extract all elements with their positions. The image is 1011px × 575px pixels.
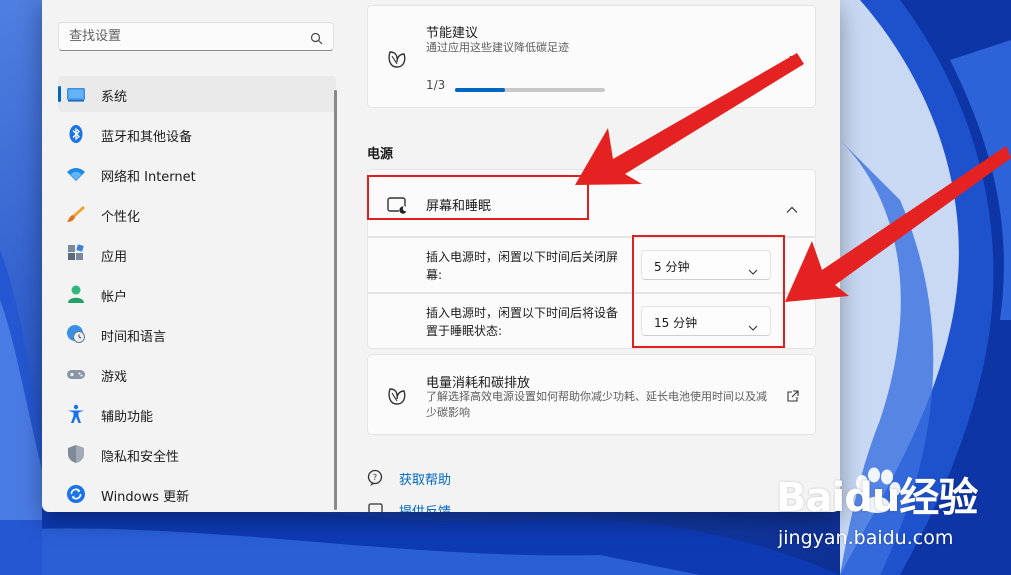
get-help-link[interactable]: ? 获取帮助 <box>367 467 567 491</box>
watermark-url: jingyan.baidu.com <box>778 527 954 549</box>
sidebar-item-label: Windows 更新 <box>101 490 190 505</box>
sidebar-item-label: 帐户 <box>101 290 128 305</box>
progress-bar <box>455 88 605 92</box>
svg-text:?: ? <box>373 473 377 482</box>
sidebar-item-label: 游戏 <box>101 370 128 385</box>
sidebar-item-bluetooth[interactable]: 蓝牙和其他设备 <box>58 116 336 152</box>
selection-indicator <box>58 86 61 102</box>
watermark-brand: Baidu经验 <box>776 475 978 521</box>
search-icon[interactable] <box>310 30 323 45</box>
feedback-label: 提供反馈 <box>399 501 451 512</box>
power-consumption-card[interactable]: 电量消耗和碳排放 了解选择高效电源设置如何帮助你减少功耗、延长电池使用时间以及减… <box>367 354 816 435</box>
shield-icon <box>66 444 86 464</box>
search-box[interactable] <box>58 22 334 51</box>
leaf-icon <box>386 48 408 74</box>
screen-off-label: 插入电源时，闲置以下时间后关闭屏幕: <box>426 250 619 282</box>
sidebar-item-network[interactable]: 网络和 Internet <box>58 156 336 192</box>
sidebar-item-gaming[interactable]: 游戏 <box>58 356 336 392</box>
card-title: 节能建议 <box>426 26 479 41</box>
sidebar-item-label: 个性化 <box>101 210 141 225</box>
account-icon <box>66 284 86 304</box>
card-subtitle: 了解选择高效电源设置如何帮助你减少功耗、延长电池使用时间以及减少碳影响 <box>426 390 767 419</box>
wifi-icon <box>66 164 86 184</box>
system-display-icon <box>66 84 86 104</box>
sidebar-item-label: 时间和语言 <box>101 330 167 345</box>
feedback-link[interactable]: 提供反馈 <box>367 499 567 512</box>
sidebar-item-label: 网络和 Internet <box>101 170 196 185</box>
sidebar-item-personalization[interactable]: 个性化 <box>58 196 336 232</box>
annotation-box-screen-sleep <box>367 175 589 220</box>
windows-update-icon <box>66 484 86 504</box>
accessibility-icon <box>66 404 86 424</box>
chevron-right-icon[interactable] <box>788 52 796 71</box>
paintbrush-icon <box>66 204 86 224</box>
leaf-icon <box>386 385 408 411</box>
sidebar-item-accessibility[interactable]: 辅助功能 <box>58 396 336 432</box>
annotation-box-dropdowns <box>632 235 785 348</box>
card-subtitle: 通过应用这些建议降低碳足迹 <box>426 41 569 54</box>
get-help-label: 获取帮助 <box>399 473 452 488</box>
sidebar-item-label: 应用 <box>101 250 128 265</box>
sidebar-item-accounts[interactable]: 帐户 <box>58 276 336 312</box>
progress-text: 1/3 <box>426 78 446 92</box>
chevron-up-icon[interactable] <box>786 199 798 218</box>
apps-icon <box>66 244 86 264</box>
sidebar-item-label: 辅助功能 <box>101 410 154 425</box>
bluetooth-icon <box>66 124 86 144</box>
sidebar-item-windows-update[interactable]: Windows 更新 <box>58 476 336 512</box>
globe-clock-icon <box>66 324 86 344</box>
sleep-label: 插入电源时，闲置以下时间后将设备置于睡眠状态: <box>426 306 619 338</box>
sidebar-scrollbar[interactable] <box>334 90 337 510</box>
feedback-icon <box>367 501 385 512</box>
section-title-power: 电源 <box>367 147 394 162</box>
help-chat-icon: ? <box>367 469 385 491</box>
external-link-icon[interactable] <box>786 388 799 407</box>
search-input[interactable] <box>59 23 309 50</box>
baidu-jingyan-watermark: Baidu经验 jingyan.baidu.com <box>770 465 1005 575</box>
sidebar: 系统 蓝牙和其他设备 网络和 Internet 个性化 应用 <box>42 0 342 512</box>
sidebar-item-label: 系统 <box>101 90 128 105</box>
progress-fill <box>455 88 505 92</box>
sidebar-item-label: 蓝牙和其他设备 <box>101 130 193 145</box>
sidebar-item-privacy[interactable]: 隐私和安全性 <box>58 436 336 472</box>
sidebar-item-system[interactable]: 系统 <box>58 76 336 112</box>
sidebar-item-time-language[interactable]: 时间和语言 <box>58 316 336 352</box>
gamepad-icon <box>66 364 86 384</box>
energy-recommendations-card[interactable]: 节能建议 通过应用这些建议降低碳足迹 1/3 <box>367 5 816 108</box>
sidebar-item-apps[interactable]: 应用 <box>58 236 336 272</box>
sidebar-item-label: 隐私和安全性 <box>101 450 180 465</box>
